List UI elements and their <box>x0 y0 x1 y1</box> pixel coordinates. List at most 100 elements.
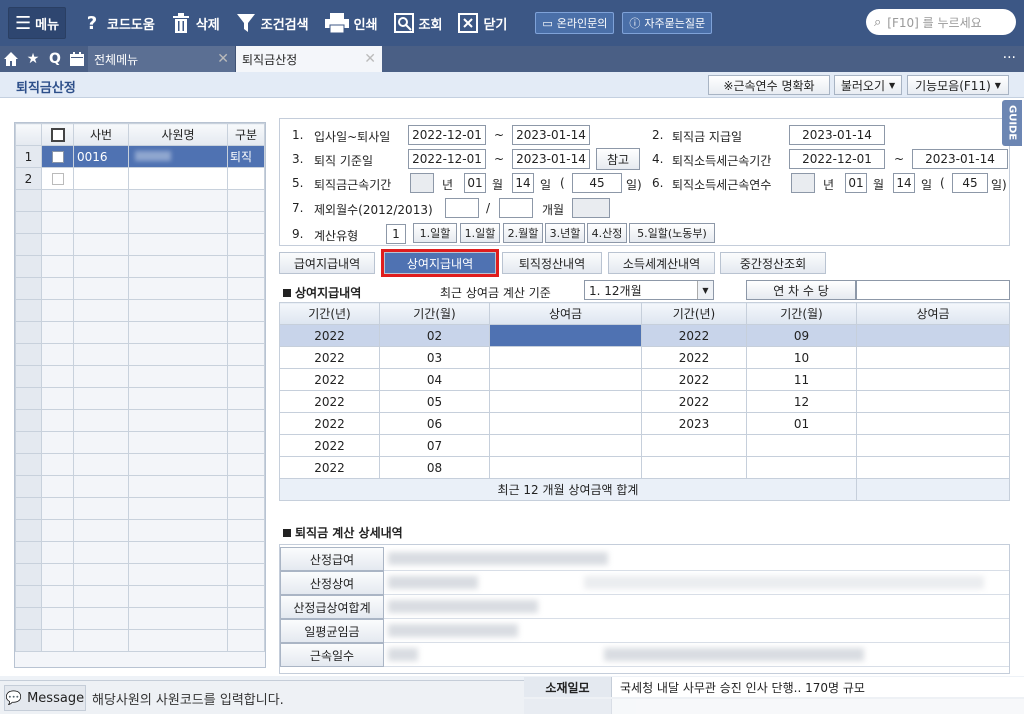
service-months-field[interactable]: 01 <box>464 173 486 193</box>
service-total-days-field[interactable]: 45 <box>572 173 622 193</box>
table-row[interactable] <box>15 409 265 432</box>
bonus-row[interactable]: 2022 02 2022 09 <box>279 324 1010 347</box>
row-checkbox[interactable] <box>41 167 74 190</box>
calc-option-button[interactable]: 3.년할 <box>545 223 585 243</box>
excluded-months-2013-field[interactable] <box>499 198 533 218</box>
select-all-checkbox[interactable] <box>41 123 74 146</box>
table-row[interactable] <box>15 343 265 366</box>
table-row[interactable] <box>15 497 265 520</box>
bonus-row[interactable]: 2022 03 2022 10 <box>279 346 1010 369</box>
recent-bonus-select[interactable]: 1. 12개월 ▼ <box>584 280 714 300</box>
excluded-months-total-field[interactable] <box>572 198 610 218</box>
table-row[interactable] <box>15 629 265 652</box>
guide-button[interactable]: GUIDE <box>1002 100 1022 146</box>
bonus-row[interactable]: 2022 05 2022 12 <box>279 390 1010 413</box>
table-row[interactable] <box>15 189 265 212</box>
calendar-icon[interactable] <box>66 46 88 72</box>
base-from-field[interactable]: 2022-12-01 <box>408 149 486 169</box>
row-checkbox[interactable] <box>41 145 74 168</box>
tax-years-field[interactable] <box>791 173 815 193</box>
news-row[interactable] <box>524 699 1024 714</box>
table-row[interactable]: 2 <box>15 167 265 190</box>
tab-bonus-history[interactable]: 상여지급내역 <box>381 249 499 277</box>
tax-to-field[interactable]: 2023-01-14 <box>912 149 1008 169</box>
table-row[interactable] <box>15 321 265 344</box>
table-row[interactable] <box>15 519 265 542</box>
bonus-amount-cell[interactable] <box>489 412 642 435</box>
close-button[interactable]: 닫기 <box>458 7 507 39</box>
pay-date-field[interactable]: 2023-01-14 <box>789 125 885 145</box>
table-row[interactable] <box>15 453 265 476</box>
calc-option-button[interactable]: 1.일할 <box>413 223 457 243</box>
faq-button[interactable]: ⓘ 자주묻는질문 <box>622 12 713 34</box>
bonus-amount-cell[interactable] <box>856 324 1010 347</box>
annual-allowance-button[interactable]: 연 차 수 당 <box>746 280 856 300</box>
table-row[interactable] <box>15 233 265 256</box>
bonus-amount-cell[interactable] <box>489 324 642 347</box>
menu-button[interactable]: ☰ 메뉴 <box>8 7 66 39</box>
close-icon[interactable]: ✕ <box>217 51 229 67</box>
news-row[interactable]: 소재일모 국세청 내달 사무관 승진 인사 단행.. 170명 규모 <box>524 677 1024 697</box>
condition-search-button[interactable]: 조건검색 <box>236 7 309 39</box>
tab-salary-history[interactable]: 급여지급내역 <box>279 252 375 274</box>
service-years-clarify-button[interactable]: ※근속연수 명확화 <box>708 75 830 95</box>
bonus-amount-cell[interactable] <box>856 434 1010 457</box>
bonus-amount-cell[interactable] <box>489 456 642 479</box>
tax-days-field[interactable]: 14 <box>893 173 915 193</box>
tab-income-tax-history[interactable]: 소득세계산내역 <box>608 252 715 274</box>
leave-date-field[interactable]: 2023-01-14 <box>512 125 590 145</box>
lookup-button[interactable]: 조회 <box>393 7 442 39</box>
table-row[interactable] <box>15 365 265 388</box>
table-row[interactable]: 1 0016 퇴직 <box>15 145 265 168</box>
message-button[interactable]: 💬 Message <box>4 685 86 711</box>
online-inquiry-button[interactable]: ▭ 온라인문의 <box>535 12 615 34</box>
functions-button[interactable]: 기능모음(F11) ▼ <box>907 75 1009 95</box>
base-to-field[interactable]: 2023-01-14 <box>512 149 590 169</box>
bonus-amount-cell[interactable] <box>489 368 642 391</box>
quick-search-icon[interactable]: Q <box>44 46 66 72</box>
bonus-row[interactable]: 2022 07 <box>279 434 1010 457</box>
load-button[interactable]: 불러오기 ▼ <box>834 75 902 95</box>
table-row[interactable] <box>15 277 265 300</box>
calc-type-field[interactable]: 1 <box>386 224 406 244</box>
more-icon[interactable]: ··· <box>1003 50 1016 66</box>
table-row[interactable] <box>15 211 265 234</box>
tax-total-days-field[interactable]: 45 <box>952 173 988 193</box>
service-days-field[interactable]: 14 <box>512 173 534 193</box>
tab-settlement-history[interactable]: 퇴직정산내역 <box>502 252 602 274</box>
calc-option-button[interactable]: 4.산정 <box>587 223 627 243</box>
bonus-amount-cell[interactable] <box>856 346 1010 369</box>
star-icon[interactable]: ★ <box>22 46 44 72</box>
reference-button[interactable]: 참고 <box>596 148 640 170</box>
tab-all-menu[interactable]: 전체메뉴 ✕ <box>88 46 236 72</box>
table-row[interactable] <box>15 585 265 608</box>
calc-option-button[interactable]: 1.일할 <box>460 223 500 243</box>
table-row[interactable] <box>15 299 265 322</box>
bonus-amount-cell[interactable] <box>856 412 1010 435</box>
bonus-row[interactable]: 2022 06 2023 01 <box>279 412 1010 435</box>
bonus-amount-cell[interactable] <box>856 368 1010 391</box>
tab-severance-calc[interactable]: 퇴직금산정 ✕ <box>236 46 382 72</box>
tax-from-field[interactable]: 2022-12-01 <box>789 149 885 169</box>
excluded-months-2012-field[interactable] <box>445 198 479 218</box>
bonus-row[interactable]: 2022 04 2022 11 <box>279 368 1010 391</box>
hire-date-field[interactable]: 2022-12-01 <box>408 125 486 145</box>
tab-interim-settlement[interactable]: 중간정산조회 <box>720 252 826 274</box>
print-button[interactable]: 인쇄 <box>324 7 378 39</box>
table-row[interactable] <box>15 431 265 454</box>
bonus-amount-cell[interactable] <box>489 434 642 457</box>
bonus-amount-cell[interactable] <box>489 346 642 369</box>
close-icon[interactable]: ✕ <box>364 51 376 67</box>
table-row[interactable] <box>15 563 265 586</box>
tax-months-field[interactable]: 01 <box>845 173 867 193</box>
annual-allowance-field[interactable] <box>856 280 1010 300</box>
table-row[interactable] <box>15 541 265 564</box>
bonus-amount-cell[interactable] <box>856 456 1010 479</box>
service-years-field[interactable] <box>410 173 434 193</box>
bonus-row[interactable]: 2022 08 <box>279 456 1010 479</box>
table-row[interactable] <box>15 255 265 278</box>
menu-search-input[interactable]: ⌕ [F10] 를 누르세요 <box>866 9 1016 35</box>
delete-button[interactable]: 삭제 <box>171 7 220 39</box>
calc-option-button[interactable]: 2.월할 <box>503 223 543 243</box>
code-help-button[interactable]: ? 코드도움 <box>82 7 155 39</box>
